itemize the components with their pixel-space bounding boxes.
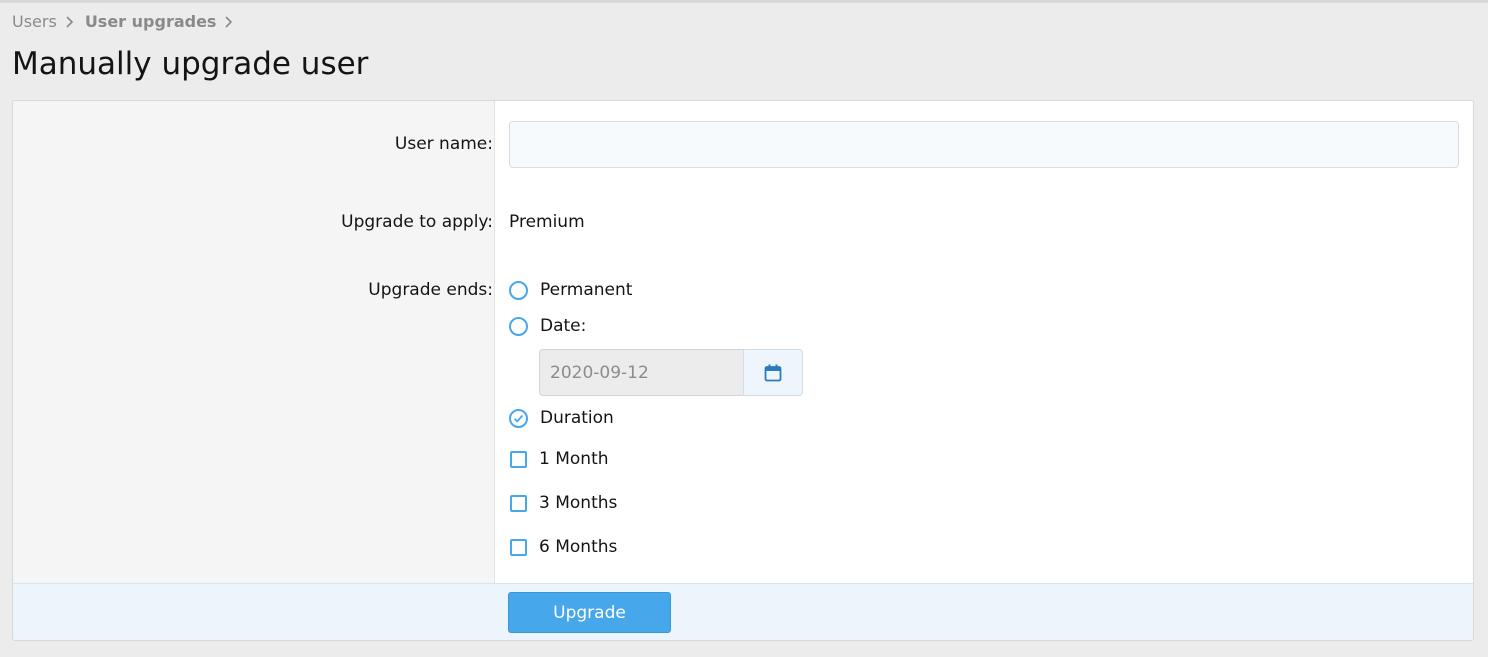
duration-radio[interactable] <box>509 408 528 428</box>
chevron-right-icon <box>63 15 77 29</box>
user-name-input[interactable] <box>509 121 1459 168</box>
top-border <box>0 0 1488 3</box>
upgrade-form: User name: Upgrade to apply: Premium Upg… <box>12 100 1474 641</box>
permanent-option[interactable]: Permanent <box>509 280 632 300</box>
page-title: Manually upgrade user <box>12 46 369 82</box>
permanent-radio[interactable] <box>509 280 528 300</box>
permanent-label: Permanent <box>540 280 633 300</box>
date-radio[interactable] <box>509 316 528 336</box>
breadcrumb-users[interactable]: Users <box>12 12 57 31</box>
date-input[interactable] <box>539 349 743 396</box>
upgrade-label: Upgrade to apply: <box>341 212 493 232</box>
duration-1-month-checkbox[interactable] <box>510 450 527 468</box>
upgrade-button[interactable]: Upgrade <box>508 592 671 633</box>
duration-3-months-checkbox[interactable] <box>510 494 527 512</box>
duration-label: Duration <box>540 408 614 428</box>
upgrade-value: Premium <box>509 212 585 232</box>
duration-6-months-label: 6 Months <box>539 537 618 557</box>
duration-6-months-checkbox[interactable] <box>510 538 527 556</box>
date-picker <box>539 349 803 396</box>
duration-6-months-option[interactable]: 6 Months <box>509 537 617 557</box>
checkmark-icon <box>513 414 524 423</box>
breadcrumb-user-upgrades[interactable]: User upgrades <box>85 12 217 31</box>
chevron-right-icon <box>222 15 236 29</box>
date-label: Date: <box>540 316 587 336</box>
form-footer: Upgrade <box>13 583 1473 640</box>
duration-1-month-option[interactable]: 1 Month <box>509 449 609 469</box>
duration-1-month-label: 1 Month <box>539 449 609 469</box>
date-option[interactable]: Date: <box>509 316 586 336</box>
calendar-icon <box>764 364 782 381</box>
duration-3-months-label: 3 Months <box>539 493 618 513</box>
upgrade-ends-label: Upgrade ends: <box>368 280 493 300</box>
calendar-button[interactable] <box>743 349 803 396</box>
user-name-label: User name: <box>394 134 493 154</box>
form-label-column <box>13 101 495 583</box>
breadcrumb: Users User upgrades <box>12 12 244 31</box>
duration-option[interactable]: Duration <box>509 408 614 428</box>
duration-3-months-option[interactable]: 3 Months <box>509 493 617 513</box>
